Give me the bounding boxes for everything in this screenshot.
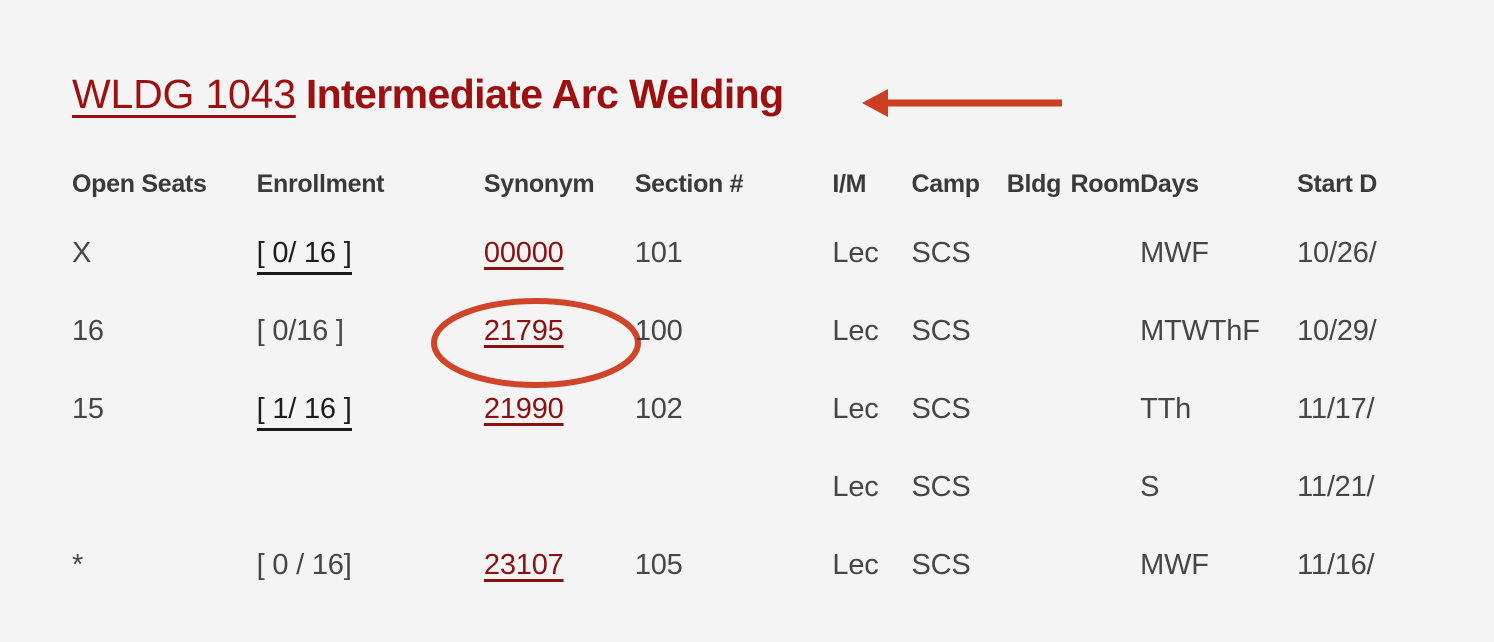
- synonym-link[interactable]: 21795: [484, 315, 564, 347]
- cell-bldg: [1007, 393, 1071, 471]
- cell-synonym: 21795: [484, 315, 635, 393]
- cell-open-seats: X: [72, 237, 92, 269]
- cell-start-date: 10/29/: [1297, 315, 1377, 347]
- cell-bldg: [1007, 471, 1071, 549]
- table-row: * [ 0 / 16] 23107 105 Lec SCS MWF 11/16/: [72, 549, 1494, 627]
- cell-start-date: 11/17/: [1297, 393, 1375, 425]
- cell-camp: SCS: [911, 315, 971, 347]
- cell-synonym: 21990: [484, 393, 635, 471]
- column-header-enrollment: Enrollment: [256, 170, 385, 198]
- table-row: 16 [ 0/16 ] 21795 100 Lec SCS MTWThF 10/29/: [72, 315, 1494, 393]
- enrollment-value: [ 0 / 16]: [256, 549, 352, 581]
- column-header-bldg: Bldg: [1006, 170, 1062, 198]
- cell-enrollment: [ 0/ 16 ]: [256, 237, 484, 315]
- cell-days: MWF: [1140, 237, 1209, 269]
- enrollment-value: [ 1/ 16 ]: [256, 393, 352, 431]
- cell-synonym: [484, 471, 635, 549]
- cell-start-date: 10/26/: [1297, 237, 1377, 269]
- column-header-section: Section #: [634, 170, 744, 198]
- cell-start-date: 11/21/: [1297, 471, 1375, 503]
- column-header-camp: Camp: [911, 170, 980, 198]
- column-header-im: I/M: [832, 170, 867, 198]
- column-header-synonym: Synonym: [483, 170, 595, 198]
- course-heading: WLDG 1043 Intermediate Arc Welding: [72, 74, 784, 115]
- cell-enrollment: [257, 471, 484, 549]
- cell-enrollment: [ 0/16 ]: [257, 315, 484, 393]
- annotation-arrow-icon: [862, 89, 1062, 117]
- cell-camp: SCS: [911, 549, 971, 581]
- table-row: 15 [ 1/ 16 ] 21990 102 Lec SCS TTh 11/17/: [72, 393, 1494, 471]
- enrollment-value: [ 0/16 ]: [256, 315, 344, 347]
- cell-synonym: 23107: [484, 549, 635, 627]
- cell-room: [1070, 315, 1140, 393]
- enrollment-value: [ 0/ 16 ]: [256, 237, 352, 275]
- course-code-link[interactable]: WLDG 1043: [72, 71, 296, 117]
- cell-enrollment: [ 1/ 16 ]: [256, 393, 484, 471]
- column-header-start-date: Start D: [1297, 170, 1377, 198]
- column-header-room: Room: [1070, 170, 1141, 198]
- cell-open-seats: 16: [72, 315, 104, 347]
- cell-bldg: [1007, 549, 1071, 627]
- synonym-link[interactable]: 00000: [484, 237, 564, 269]
- cell-days: TTh: [1140, 393, 1192, 425]
- cell-open-seats: [72, 471, 257, 549]
- cell-bldg: [1007, 315, 1071, 393]
- synonym-link[interactable]: 23107: [484, 549, 564, 581]
- cell-camp: SCS: [911, 471, 971, 503]
- cell-open-seats: *: [72, 549, 84, 581]
- cell-synonym: 00000: [484, 237, 635, 315]
- table-row: Lec SCS S 11/21/: [72, 471, 1494, 549]
- course-sections-table: Open Seats Enrollment Synonym Section # …: [72, 170, 1494, 627]
- cell-room: [1070, 549, 1140, 627]
- cell-room: [1070, 393, 1140, 471]
- cell-im: Lec: [832, 393, 879, 425]
- cell-camp: SCS: [911, 237, 971, 269]
- cell-section: [635, 471, 833, 549]
- table-header-row: Open Seats Enrollment Synonym Section # …: [72, 170, 1494, 237]
- cell-section: 101: [634, 237, 683, 269]
- cell-im: Lec: [832, 237, 879, 269]
- cell-im: Lec: [832, 315, 879, 347]
- cell-room: [1070, 471, 1140, 549]
- table-body: X [ 0/ 16 ] 00000 101 Lec SCS MWF 10/26/16 [ 0/1…: [72, 237, 1494, 627]
- cell-open-seats: 15: [72, 393, 104, 425]
- cell-im: Lec: [832, 471, 879, 503]
- cell-start-date: 11/16/: [1297, 549, 1375, 581]
- cell-section: 105: [634, 549, 683, 581]
- cell-camp: SCS: [911, 393, 971, 425]
- cell-im: Lec: [832, 549, 879, 581]
- cell-bldg: [1007, 237, 1071, 315]
- table-row: X [ 0/ 16 ] 00000 101 Lec SCS MWF 10/26/: [72, 237, 1494, 315]
- column-header-open-seats: Open Seats: [72, 170, 207, 198]
- cell-days: MWF: [1140, 549, 1209, 581]
- synonym-link[interactable]: 21990: [484, 393, 564, 425]
- course-title: Intermediate Arc Welding: [305, 71, 784, 117]
- cell-section: 102: [634, 393, 683, 425]
- column-header-days: Days: [1140, 170, 1199, 198]
- cell-room: [1070, 237, 1140, 315]
- cell-days: S: [1140, 471, 1160, 503]
- cell-enrollment: [ 0 / 16]: [257, 549, 484, 627]
- cell-section: 100: [634, 315, 683, 347]
- cell-days: MTWThF: [1140, 315, 1260, 347]
- page-root: WLDG 1043 Intermediate Arc Welding Open S…: [0, 0, 1494, 642]
